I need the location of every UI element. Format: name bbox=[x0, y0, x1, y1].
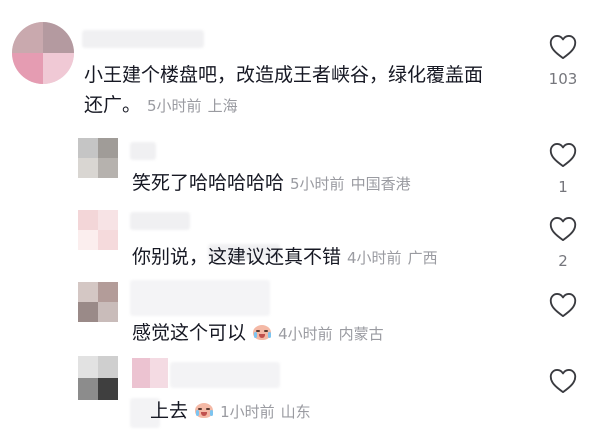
avatar[interactable] bbox=[78, 138, 118, 178]
username-blurred[interactable] bbox=[130, 142, 156, 160]
heart-outline-icon bbox=[549, 368, 577, 394]
comment-time: 4小时前 bbox=[347, 249, 402, 267]
comment-time: 4小时前 bbox=[278, 325, 333, 343]
like-count: 2 bbox=[558, 252, 568, 270]
comment-2: 笑死了哈哈哈哈哈 5小时前 中国香港 1 bbox=[0, 130, 615, 200]
comment-4: 感觉这个可以 4小时前 内蒙古 bbox=[0, 270, 615, 350]
comment-text: 上去 1小时前 山东 bbox=[150, 400, 311, 422]
comment-1: 小王建个楼盘吧，改造成王者峡谷，绿化覆盖面 还广。 5小时前 上海 103 bbox=[0, 0, 615, 130]
comment-text: 小王建个楼盘吧，改造成王者峡谷，绿化覆盖面 bbox=[84, 64, 484, 86]
like-button[interactable]: 2 bbox=[543, 216, 583, 270]
avatar[interactable] bbox=[78, 210, 118, 250]
username-blurred[interactable] bbox=[82, 30, 204, 48]
username-blurred[interactable] bbox=[170, 362, 280, 388]
avatar[interactable] bbox=[78, 282, 118, 322]
heart-outline-icon bbox=[549, 142, 577, 168]
crying-laughing-emoji bbox=[194, 401, 214, 419]
comment-text-line2: 还广。 5小时前 上海 bbox=[84, 94, 238, 116]
comment-text: 感觉这个可以 4小时前 内蒙古 bbox=[132, 322, 384, 344]
heart-outline-icon bbox=[549, 292, 577, 318]
comment-text: 你别说，这建议还真不错 4小时前 广西 bbox=[132, 246, 438, 268]
comment-location: 广西 bbox=[407, 249, 438, 267]
heart-outline-icon bbox=[549, 216, 577, 242]
comment-location: 山东 bbox=[280, 403, 311, 421]
like-button[interactable]: 103 bbox=[543, 34, 583, 88]
comment-5: 上去 1小时前 山东 bbox=[0, 350, 615, 440]
username-blurred[interactable] bbox=[130, 280, 270, 316]
comment-location: 内蒙古 bbox=[338, 325, 384, 343]
comment-time: 1小时前 bbox=[220, 403, 275, 421]
comment-3: 你别说，这建议还真不错 4小时前 广西 2 bbox=[0, 200, 615, 270]
username-blurred[interactable] bbox=[130, 212, 190, 230]
comment-location: 中国香港 bbox=[350, 175, 411, 193]
like-button[interactable]: 1 bbox=[543, 142, 583, 196]
crying-laughing-emoji bbox=[252, 323, 272, 341]
sticker-thumbnail[interactable] bbox=[132, 358, 168, 388]
like-button[interactable] bbox=[543, 368, 583, 394]
like-count: 103 bbox=[548, 70, 578, 88]
comment-location: 上海 bbox=[207, 97, 238, 115]
avatar[interactable] bbox=[78, 356, 118, 400]
avatar[interactable] bbox=[12, 22, 74, 84]
comment-text: 笑死了哈哈哈哈哈 5小时前 中国香港 bbox=[132, 172, 411, 194]
comment-time: 5小时前 bbox=[147, 97, 202, 115]
like-count: 1 bbox=[558, 178, 568, 196]
like-button[interactable] bbox=[543, 292, 583, 318]
heart-outline-icon bbox=[549, 34, 577, 60]
comment-time: 5小时前 bbox=[290, 175, 345, 193]
